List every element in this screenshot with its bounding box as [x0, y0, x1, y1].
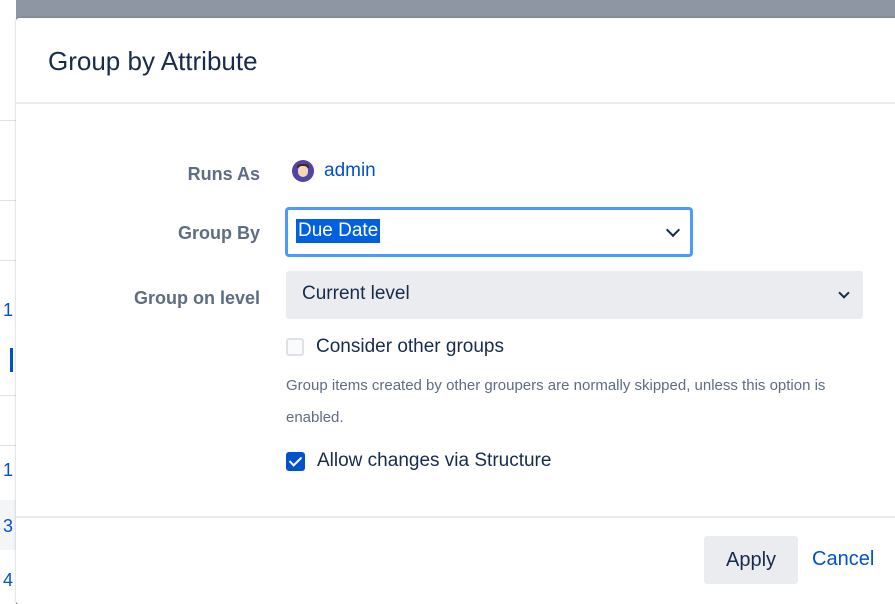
background-row-number: 1	[3, 300, 14, 320]
consider-other-groups-checkbox[interactable]	[286, 338, 304, 356]
background-row-number: 1	[3, 460, 14, 480]
allow-changes-option[interactable]: Allow changes via Structure	[286, 450, 551, 472]
background-divider	[0, 395, 16, 396]
user-avatar-icon	[292, 160, 314, 182]
group-by-selected-value: Due Date	[296, 219, 381, 243]
background-divider	[0, 260, 16, 261]
background-row-number: 4	[3, 570, 14, 590]
cancel-button[interactable]: Cancel	[812, 548, 874, 571]
runs-as-user: admin	[292, 160, 376, 182]
allow-changes-label: Allow changes via Structure	[317, 450, 552, 471]
group-on-level-label: Group on level	[133, 288, 260, 308]
allow-changes-checkbox[interactable]	[286, 451, 305, 471]
user-link-admin[interactable]: admin	[324, 160, 376, 182]
apply-button[interactable]: Apply	[704, 536, 798, 584]
background-page: 1 1 3 4	[0, 0, 16, 604]
background-divider	[0, 120, 16, 121]
consider-other-groups-help: Group items created by other groupers ar…	[286, 377, 826, 426]
dialog-footer: Apply Cancel	[16, 516, 895, 604]
group-on-level-select[interactable]: Current level	[286, 271, 863, 319]
group-by-label: Group By	[177, 223, 260, 243]
chevron-down-icon	[665, 222, 681, 238]
runs-as-label: Runs As	[187, 164, 260, 184]
group-on-level-selected-value: Current level	[302, 283, 410, 304]
background-row-number: 3	[3, 516, 14, 536]
group-by-attribute-dialog: Group by Attribute Runs As admin Group B…	[16, 18, 895, 604]
dialog-title: Group by Attribute	[48, 46, 258, 76]
background-divider	[0, 445, 16, 446]
chevron-down-icon	[838, 287, 850, 299]
dialog-header: Group by Attribute	[16, 18, 895, 104]
consider-other-groups-label: Consider other groups	[316, 336, 504, 357]
background-divider	[0, 200, 16, 201]
consider-other-groups-option[interactable]: Consider other groups	[286, 336, 504, 358]
group-by-select[interactable]: Due Date	[286, 208, 692, 256]
background-row-indicator	[10, 348, 13, 372]
